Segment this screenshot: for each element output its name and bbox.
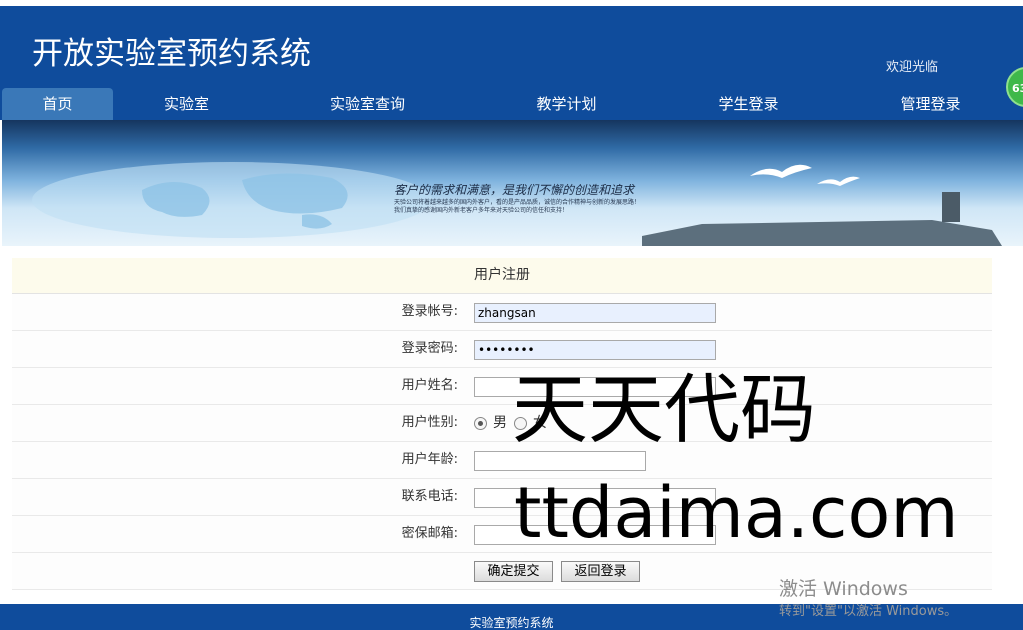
- carrier-ship: [642, 220, 1002, 246]
- ship-tower: [942, 192, 960, 222]
- banner-headline: 客户的需求和满意，是我们不懈的创造和追求: [394, 183, 636, 197]
- nav-home[interactable]: 首页: [2, 88, 113, 120]
- form-row-password: 登录密码:: [12, 331, 992, 368]
- age-label: 用户年龄:: [401, 452, 458, 467]
- nav-student-login[interactable]: 学生登录: [693, 88, 804, 120]
- form-row-gender: 用户性别: 男 女: [12, 405, 992, 442]
- nav-labs[interactable]: 实验室: [131, 88, 242, 120]
- gender-label: 用户性别:: [401, 415, 458, 430]
- footer-text: 实验室预约系统: [469, 616, 554, 630]
- email-label: 密保邮箱:: [401, 526, 458, 541]
- gender-male-radio[interactable]: [474, 417, 487, 430]
- banner: 客户的需求和满意，是我们不懈的创造和追求 天验公司将着越来越多的国内外客户，看的…: [2, 120, 1023, 246]
- nav-lab-search[interactable]: 实验室查询: [312, 88, 423, 120]
- nav-teaching-plan[interactable]: 教学计划: [511, 88, 622, 120]
- welcome-text: 欢迎光临: [886, 60, 939, 75]
- password-input[interactable]: [474, 340, 716, 360]
- account-label: 登录帐号:: [401, 304, 458, 319]
- name-label: 用户姓名:: [401, 378, 458, 393]
- phone-label: 联系电话:: [401, 489, 458, 504]
- account-input[interactable]: [474, 303, 716, 323]
- site-title: 开放实验室预约系统: [32, 36, 311, 72]
- submit-button[interactable]: 确定提交: [474, 561, 553, 582]
- form-row-name: 用户姓名:: [12, 368, 992, 405]
- form-title: 用户注册: [12, 258, 992, 294]
- password-label: 登录密码:: [401, 341, 458, 356]
- banner-line-1: 天验公司将着越来越多的国内外客户，看的是产品品质，诚信的合作精神与创新的发展思路…: [394, 198, 640, 206]
- banner-graphic: 客户的需求和满意，是我们不懈的创造和追求 天验公司将着越来越多的国内外客户，看的…: [32, 162, 1002, 246]
- activate-windows-hint: 转到"设置"以激活 Windows。: [779, 604, 958, 619]
- seagull-icon: [750, 164, 812, 178]
- watermark-cn: 天天代码: [512, 365, 816, 454]
- seagull-icon: [817, 176, 860, 186]
- back-to-login-button[interactable]: 返回登录: [561, 561, 640, 582]
- banner-line-2: 我们真挚的感谢国内外新老客户多年来对天验公司的信任和支持！: [394, 206, 568, 214]
- main-nav: 首页 实验室 实验室查询 教学计划 学生登录 管理登录: [0, 88, 1023, 120]
- form-row-account: 登录帐号:: [12, 294, 992, 331]
- watermark-en: ttdaima.com: [514, 472, 959, 554]
- activate-windows-title: 激活 Windows: [779, 578, 908, 600]
- age-input[interactable]: [474, 451, 646, 471]
- nav-admin-login[interactable]: 管理登录: [875, 88, 986, 120]
- gender-male-label: 男: [493, 415, 507, 431]
